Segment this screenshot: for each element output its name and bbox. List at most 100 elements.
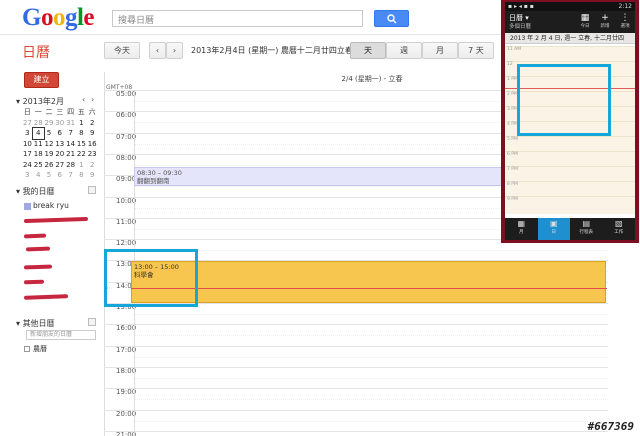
google-logo[interactable]: Google — [22, 4, 94, 32]
phone-tab-month[interactable]: ▦ 月 — [505, 218, 538, 240]
mini-calendar-day[interactable]: 11 — [33, 139, 44, 150]
mini-calendar-day[interactable]: 13 — [54, 139, 65, 150]
mini-calendar-title[interactable]: ▾ 2013年2月 — [16, 96, 64, 107]
search-input[interactable]: 搜尋日曆 — [112, 10, 363, 27]
mini-calendar-day[interactable]: 28 — [33, 118, 44, 129]
current-time-line — [131, 288, 607, 289]
search-button[interactable] — [374, 10, 409, 27]
phone-add-action[interactable]: + 新增 — [597, 13, 613, 29]
mini-calendar-day[interactable]: 27 — [22, 118, 33, 129]
phone-hour-label: 8 PM — [507, 182, 518, 187]
view-day-tab[interactable]: 天 — [350, 42, 386, 59]
hour-row[interactable]: 20:00 — [104, 409, 608, 431]
mini-calendar-day[interactable]: 22 — [76, 149, 87, 160]
mini-calendar-day[interactable]: 19 — [44, 149, 55, 160]
hour-row[interactable]: 19:00 — [104, 388, 608, 409]
mini-calendar-day[interactable]: 27 — [54, 160, 65, 171]
mini-calendar-day[interactable]: 7 — [65, 128, 76, 139]
mini-calendar-day[interactable]: 8 — [76, 170, 87, 181]
phone-hour-label: 12 — [507, 62, 513, 67]
other-calendars-title[interactable]: ▾ 其他日曆 — [16, 318, 55, 329]
mini-calendar-week: 17 18 19 20 21 22 23 — [22, 149, 98, 160]
phone-today-action[interactable]: ▦ 今日 — [577, 13, 593, 29]
phone-tab-label: 月 — [519, 230, 524, 235]
phone-hour-line — [505, 46, 635, 47]
mini-calendar-day[interactable]: 23 — [87, 149, 98, 160]
mini-calendar-day[interactable]: 17 — [22, 149, 33, 160]
phone-tab-tasks[interactable]: ▧ 工作 — [603, 218, 636, 240]
hour-row[interactable]: 16:00 — [104, 324, 608, 345]
mini-calendar-day[interactable]: 10 — [22, 139, 33, 150]
half-hour-line — [134, 356, 608, 358]
holiday-checkbox[interactable] — [24, 346, 30, 352]
agenda-icon: ▤ — [582, 219, 591, 228]
mini-calendar-day[interactable]: 4 — [31, 127, 45, 140]
calendar-item[interactable]: break ryu — [33, 201, 69, 210]
mini-calendar-day[interactable]: 26 — [44, 160, 55, 171]
hour-row[interactable]: 18:00 — [104, 366, 608, 388]
phone-app-subtitle: 多個日曆 — [509, 24, 532, 30]
mini-calendar-day[interactable]: 28 — [65, 160, 76, 171]
event-afternoon[interactable]: 13:00 – 15:00 科學會 — [131, 261, 606, 303]
mini-calendar-day[interactable]: 21 — [65, 149, 76, 160]
mini-calendar-day[interactable]: 12 — [44, 139, 55, 150]
app-title: 日曆 — [22, 45, 50, 61]
mini-calendar-day[interactable]: 7 — [65, 170, 76, 181]
holiday-calendar-label[interactable]: 農曆 — [33, 344, 47, 354]
mini-calendar-day[interactable]: 16 — [87, 139, 98, 150]
next-button[interactable]: › — [166, 42, 183, 59]
mini-calendar-day[interactable]: 5 — [44, 128, 55, 139]
phone-tab-label: 工作 — [614, 230, 624, 235]
mini-calendar-day[interactable]: 25 — [33, 160, 44, 171]
my-calendars-title[interactable]: ▾ 我的日曆 — [16, 186, 55, 197]
highlight-box — [104, 249, 198, 307]
mini-calendar-day[interactable]: 14 — [65, 139, 76, 150]
mini-calendar-day[interactable]: 6 — [54, 128, 65, 139]
view-month-tab[interactable]: 月 — [422, 42, 458, 59]
prev-button[interactable]: ‹ — [149, 42, 166, 59]
phone-tab-agenda[interactable]: ▤ 行程表 — [570, 218, 603, 240]
mini-calendar-day[interactable]: 3 — [22, 170, 33, 181]
phone-hour-label: 7 PM — [507, 167, 518, 172]
mini-calendar-day[interactable]: 5 — [44, 170, 55, 181]
calendar-color-swatch[interactable] — [24, 203, 31, 210]
half-hour-line — [134, 399, 608, 401]
mini-calendar-day[interactable]: 2 — [87, 160, 98, 171]
mini-calendar-day[interactable]: 15 — [76, 139, 87, 150]
mini-calendar-day[interactable]: 29 — [44, 118, 55, 129]
other-calendars-menu-icon[interactable] — [88, 318, 96, 326]
hour-row[interactable]: 21:00 — [104, 430, 608, 436]
mini-calendar-day[interactable]: 8 — [76, 128, 87, 139]
add-friend-calendar-input[interactable]: 新增朋友的日曆 — [26, 330, 96, 340]
my-calendars-label: 我的日曆 — [22, 187, 55, 196]
mini-calendar-day[interactable]: 31 — [65, 118, 76, 129]
event-morning[interactable]: 08:30 – 09:30 翻翻到翻南 — [134, 167, 510, 186]
mini-calendar-day[interactable]: 24 — [22, 160, 33, 171]
mini-next-icon[interactable]: › — [91, 95, 99, 105]
weekday-label: 二 — [45, 108, 53, 116]
phone-tab-label: 日 — [551, 230, 557, 235]
mini-calendar-day[interactable]: 2 — [87, 118, 98, 129]
view-week-tab[interactable]: 週 — [386, 42, 422, 59]
create-button[interactable]: 建立 — [24, 72, 59, 88]
mini-prev-icon[interactable]: ‹ — [82, 95, 90, 105]
phone-tab-day[interactable]: ▣ 日 — [537, 218, 570, 240]
mini-calendar-day[interactable]: 4 — [33, 170, 44, 181]
mini-calendar-day[interactable]: 30 — [54, 118, 65, 129]
date-range-label: 2013年2月4日 (星期一) 農曆十二月廿四立春 — [191, 46, 353, 55]
today-button[interactable]: 今天 — [104, 42, 140, 59]
view-7day-tab[interactable]: 7 天 — [458, 42, 494, 59]
mini-calendar-day[interactable]: 18 — [33, 149, 44, 160]
mini-calendar-week: 27 28 29 30 31 1 2 — [22, 118, 98, 129]
hour-row[interactable]: 17:00 — [104, 345, 608, 367]
mini-calendar-day[interactable]: 9 — [87, 170, 98, 181]
mini-calendar-day[interactable]: 9 — [87, 128, 98, 139]
mini-calendar-day[interactable]: 3 — [22, 128, 33, 139]
phone-menu-action[interactable]: ⋮ 選項 — [617, 13, 633, 29]
mini-calendar-day[interactable]: 1 — [76, 118, 87, 129]
more-vertical-icon: ⋮ — [620, 13, 630, 23]
mini-calendar-day[interactable]: 1 — [76, 160, 87, 171]
my-calendars-menu-icon[interactable] — [88, 186, 96, 194]
mini-calendar-day[interactable]: 6 — [54, 170, 65, 181]
mini-calendar-day[interactable]: 20 — [54, 149, 65, 160]
